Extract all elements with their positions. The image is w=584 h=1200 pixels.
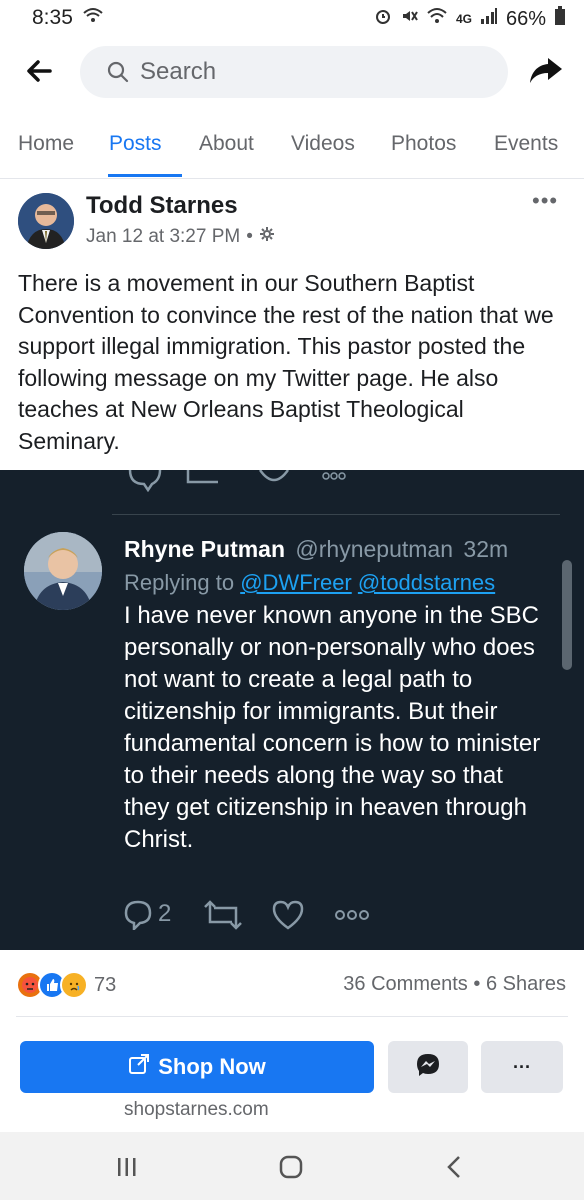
page-tabs: Home Posts About Videos Photos Events [0,108,584,179]
engagement-stats: 36 Comments • 6 Shares [343,973,566,996]
shop-now-button[interactable]: Shop Now [20,1041,374,1093]
tweet-separator [112,514,560,515]
tweet-age: 32m [463,536,509,562]
messenger-icon [415,1052,441,1083]
status-time: 8:35 [32,6,73,29]
tweet-author: Rhyne Putman @rhyneputman 32m [124,536,508,563]
tab-photos[interactable]: Photos [391,132,456,156]
post-meta: Jan 12 at 3:27 PM • [86,226,275,248]
tweet-author-avatar [24,532,102,610]
tab-events[interactable]: Events [494,132,558,156]
reply-count: 2 [158,900,172,927]
home-icon[interactable] [278,1154,304,1185]
tweet-more-icon [334,908,370,926]
search-input[interactable]: Search [80,46,508,98]
tweet-actions: 2 [124,898,384,934]
retweet-icon [204,900,242,935]
alarm-icon [374,7,392,31]
replying-label: Replying to [124,570,235,595]
heart-icon [272,900,304,935]
back-icon[interactable] [444,1154,464,1185]
more-options-button[interactable]: ··· [481,1041,563,1093]
post-options-icon[interactable]: ••• [532,188,558,214]
active-tab-indicator [108,174,182,177]
comments-count[interactable]: 36 Comments [343,973,468,995]
external-link-icon [128,1053,150,1081]
tab-posts[interactable]: Posts [109,132,162,156]
stats-separator: • [473,973,481,995]
tweet-replying-to: Replying to @DWFreer @toddstarnes [124,570,495,596]
tab-about[interactable]: About [199,132,254,156]
tab-home[interactable]: Home [18,132,74,156]
wifi-status-icon [82,6,104,31]
search-placeholder: Search [140,58,217,85]
recent-apps-icon[interactable] [116,1156,138,1183]
reply-mention-2: @toddstarnes [357,570,496,595]
wifi-icon [426,7,448,31]
search-header: Search [0,36,584,109]
search-icon [107,61,129,83]
tweet-author-name: Rhyne Putman [124,536,286,562]
messenger-button[interactable] [388,1041,468,1093]
tweet-screenshot[interactable]: Rhyne Putman @rhyneputman 32m Replying t… [0,470,584,950]
signal-icon [480,7,498,31]
meta-separator: • [246,226,253,247]
tweet-handle: @rhyneputman [295,536,454,562]
post-author-name[interactable]: Todd Starnes [86,192,238,220]
network-type: 4G [455,12,472,26]
battery-icon [554,6,566,32]
status-icons: 4G 66% [374,6,566,32]
gear-icon [259,226,275,248]
shares-count[interactable]: 6 Shares [486,973,566,995]
author-avatar[interactable] [18,193,74,249]
tweet-top-actions-icon [128,470,346,492]
android-nav-bar [0,1132,584,1200]
status-bar: 8:35 4G 66% [0,0,584,36]
battery-percent: 66% [505,7,546,30]
reply-icon [124,900,152,935]
post-timestamp[interactable]: Jan 12 at 3:27 PM [86,226,240,248]
reply-mention-1: @DWFreer [240,570,352,595]
reaction-count: 73 [94,973,117,996]
shop-now-label: Shop Now [158,1054,266,1079]
back-arrow-icon[interactable] [22,54,56,88]
divider [16,1016,568,1017]
mute-icon [400,7,418,31]
sad-reaction-icon [60,971,88,999]
reactions-summary[interactable]: 73 [16,971,116,999]
share-arrow-icon[interactable] [528,52,564,88]
tweet-scrollbar [562,560,572,670]
tab-videos[interactable]: Videos [291,132,355,156]
shop-domain[interactable]: shopstarnes.com [124,1099,269,1121]
tweet-body: I have never known anyone in the SBC per… [124,602,541,853]
post-text: There is a movement in our Southern Bapt… [18,270,554,454]
